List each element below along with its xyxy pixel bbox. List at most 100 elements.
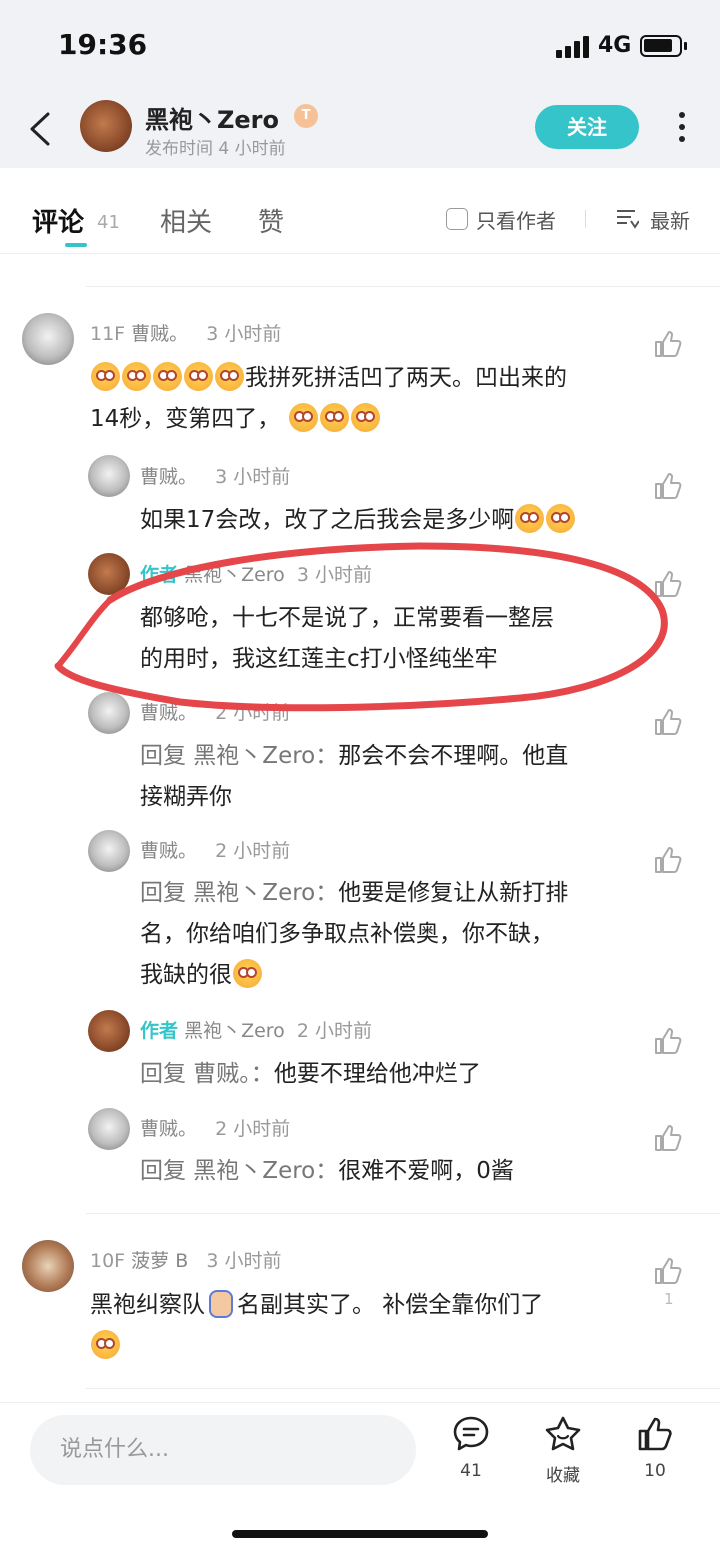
comment-count-button[interactable]: 41 <box>436 1415 506 1481</box>
reply-meta: 曹贼。 2 小时前 <box>140 1114 290 1141</box>
replier-avatar[interactable] <box>88 553 130 595</box>
like-icon[interactable] <box>652 844 684 876</box>
like-icon[interactable] <box>652 1255 684 1287</box>
replier-avatar[interactable] <box>88 830 130 872</box>
tab-likes[interactable]: 赞 <box>258 202 284 239</box>
tab-comments-count: 41 <box>97 212 120 233</box>
only-author-label[interactable]: 只看作者 <box>476 205 556 234</box>
author-tag: 作者 <box>140 1020 179 1042</box>
reply-text-line: 的用时，我这红莲主c打小怪纯坐牢 <box>140 646 498 672</box>
emoji-icon <box>91 1330 120 1359</box>
emoji-icon <box>515 504 545 533</box>
reply-time: 2 小时前 <box>296 1020 373 1042</box>
comment-time: 3 小时前 <box>206 1250 282 1272</box>
commenter-name[interactable]: 曹贼。 <box>131 323 188 345</box>
like-icon[interactable] <box>652 1025 684 1057</box>
emoji-icon <box>319 403 349 432</box>
like-icon[interactable] <box>652 470 684 502</box>
sort-icon[interactable] <box>615 207 639 231</box>
replier-name[interactable]: 曹贼。 <box>140 1118 197 1140</box>
reply-text-line: 很难不爱啊，0酱 <box>338 1158 514 1184</box>
floor-number: 10F <box>90 1250 126 1272</box>
back-icon[interactable] <box>26 110 56 148</box>
emoji-icon <box>91 362 120 391</box>
replier-avatar[interactable] <box>88 455 130 497</box>
comment-text-line: 名副其实了。 补偿全靠你们了 <box>237 1292 544 1318</box>
reply-to[interactable]: 回复 黑袍丶Zero： <box>140 880 338 906</box>
reply-to[interactable]: 回复 黑袍丶Zero： <box>140 1158 338 1184</box>
comment-meta: 11F 曹贼。 3 小时前 <box>90 319 281 346</box>
emoji-icon <box>350 403 380 432</box>
reply-text: 回复 黑袍丶Zero：他要是修复让从新打排 名，你给咱们多争取点补偿奥，你不缺，… <box>140 873 650 996</box>
tab-related[interactable]: 相关 <box>160 202 212 239</box>
comment-meta: 10F 菠萝 B 3 小时前 <box>90 1246 282 1273</box>
thumbs-up-icon <box>638 1417 672 1451</box>
reply-text-line: 我缺的很 <box>140 962 232 988</box>
comment-divider <box>86 1213 720 1214</box>
like-icon[interactable] <box>652 1122 684 1154</box>
reply-meta: 曹贼。 2 小时前 <box>140 836 290 863</box>
comment-divider <box>86 1388 720 1389</box>
network-type: 4G <box>598 33 632 58</box>
like-count: 10 <box>644 1461 666 1481</box>
replier-name[interactable]: 曹贼。 <box>140 466 197 488</box>
replier-avatar[interactable] <box>88 1010 130 1052</box>
like-icon[interactable] <box>652 706 684 738</box>
comment-text-line: 我拼死拼活凹了两天。凹出来的 <box>245 365 567 391</box>
replier-name[interactable]: 黑袍丶Zero <box>184 564 285 586</box>
like-post-button[interactable]: 10 <box>620 1415 690 1481</box>
comment-text: 我拼死拼活凹了两天。凹出来的 14秒，变第四了， <box>90 358 650 440</box>
commenter-name[interactable]: 菠萝 B <box>131 1250 188 1272</box>
reply-time: 2 小时前 <box>215 702 291 724</box>
star-icon <box>545 1416 581 1451</box>
emoji-icon <box>233 959 262 988</box>
emoji-icon <box>215 362 244 391</box>
author-avatar[interactable] <box>80 100 132 152</box>
status-time: 19:36 <box>58 28 148 61</box>
emoji-icon <box>288 403 318 432</box>
tab-active-indicator <box>65 243 87 247</box>
reply-text-line: 如果17会改，改了之后我会是多少啊 <box>140 507 515 533</box>
replier-name[interactable]: 黑袍丶Zero <box>184 1020 285 1042</box>
reply-text-line: 都够呛，十七不是说了，正常要看一整层 <box>140 605 554 631</box>
emoji-icon <box>546 504 576 533</box>
floor-number: 11F <box>90 323 126 345</box>
only-author-checkbox[interactable] <box>446 208 468 230</box>
reply-to[interactable]: 回复 曹贼。： <box>140 1061 274 1087</box>
sort-label[interactable]: 最新 <box>650 205 690 234</box>
commenter-avatar[interactable] <box>22 1240 74 1292</box>
like-icon[interactable] <box>652 328 684 360</box>
tab-separator <box>585 210 586 228</box>
reply-meta: 曹贼。 2 小时前 <box>140 698 290 725</box>
home-indicator <box>232 1530 488 1538</box>
tab-comments[interactable]: 评论 <box>32 202 84 239</box>
comment-time: 3 小时前 <box>206 323 282 345</box>
reply-to[interactable]: 回复 黑袍丶Zero： <box>140 743 338 769</box>
reply-text-line: 那会不会不理啊。他直 <box>338 743 569 769</box>
like-count: 1 <box>664 1290 674 1308</box>
replier-name[interactable]: 曹贼。 <box>140 702 197 724</box>
commenter-avatar[interactable] <box>22 313 74 365</box>
more-options-icon[interactable] <box>678 112 686 144</box>
level-badge-icon: T <box>294 104 318 128</box>
reply-text: 回复 黑袍丶Zero：那会不会不理啊。他直 接糊弄你 <box>140 736 650 818</box>
replier-avatar[interactable] <box>88 692 130 734</box>
tab-bar: 评论 41 相关 赞 只看作者 最新 <box>0 168 720 254</box>
signal-icon <box>556 36 590 58</box>
like-icon[interactable] <box>652 568 684 600</box>
comment-text-line: 14秒，变第四了， <box>90 406 281 432</box>
thumbs-up-emoji-icon <box>209 1290 233 1318</box>
author-tag: 作者 <box>140 564 179 586</box>
comment-input[interactable]: 说点什么... <box>30 1415 416 1485</box>
author-name[interactable]: 黑袍丶Zero <box>145 100 279 135</box>
replier-avatar[interactable] <box>88 1108 130 1150</box>
comment-icon <box>453 1416 489 1451</box>
replier-name[interactable]: 曹贼。 <box>140 840 197 862</box>
follow-button[interactable]: 关注 <box>535 105 639 149</box>
favorite-button[interactable]: 收藏 <box>528 1415 598 1486</box>
battery-icon <box>640 35 687 57</box>
reply-text-line: 名，你给咱们多争取点补偿奥，你不缺， <box>140 921 554 947</box>
status-bar: 19:36 4G <box>0 0 720 88</box>
reply-text: 如果17会改，改了之后我会是多少啊 <box>140 500 650 541</box>
favorite-label: 收藏 <box>546 1466 580 1486</box>
